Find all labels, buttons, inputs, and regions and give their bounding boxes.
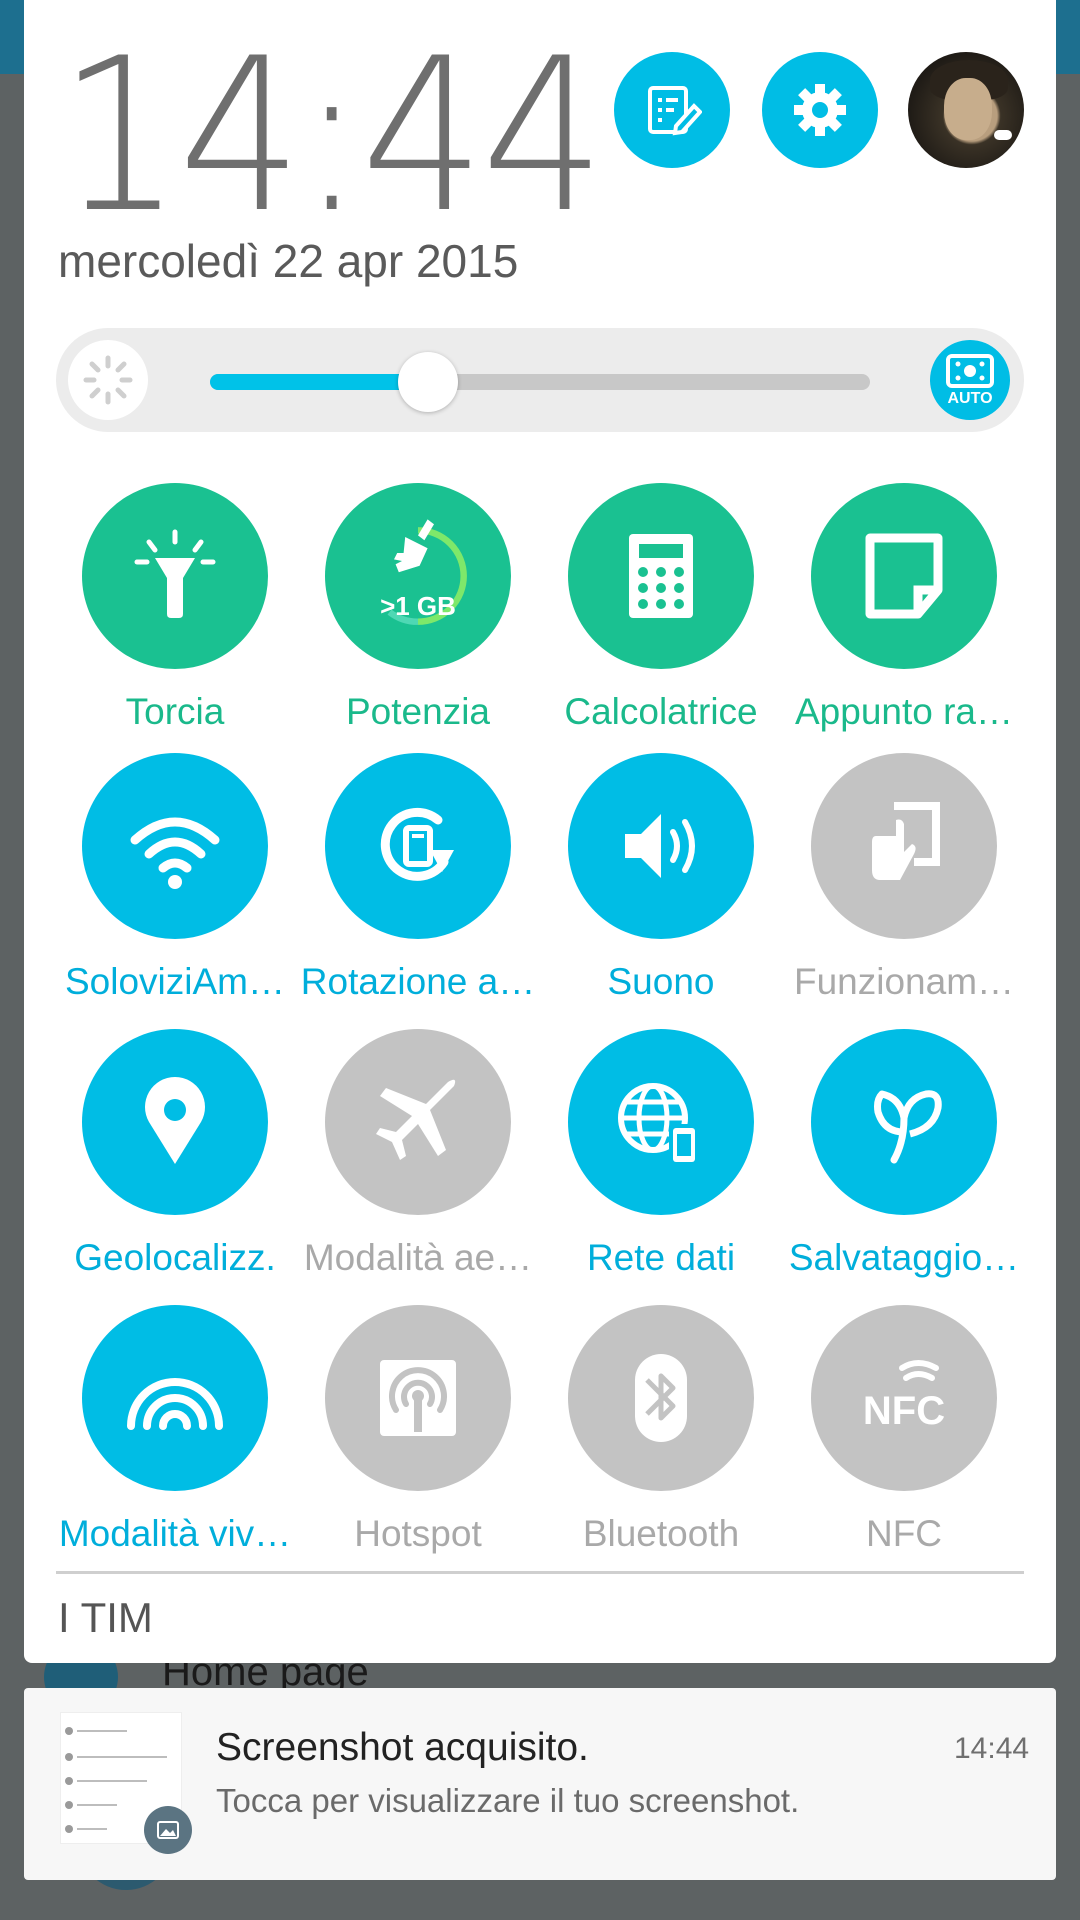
tile-nfc[interactable]: NFC NFC bbox=[793, 1305, 1013, 1565]
location-icon bbox=[145, 1077, 205, 1164]
flashlight-icon bbox=[134, 529, 216, 618]
tile-wifi[interactable]: SoloviziAm… bbox=[64, 753, 285, 1013]
tile-one-hand[interactable]: Funzionam… bbox=[793, 753, 1014, 1013]
user-avatar[interactable] bbox=[908, 52, 1024, 168]
edit-list-icon bbox=[648, 86, 702, 136]
tile-note[interactable]: Appunto ra… bbox=[793, 483, 1013, 743]
quick-settings-panel: 14:44 mercoledì 22 apr 2015 AUTO Torcia … bbox=[24, 0, 1056, 1663]
note-icon bbox=[865, 533, 943, 619]
one-hand-icon bbox=[872, 802, 940, 880]
wifi-icon bbox=[130, 817, 220, 889]
svg-text:NFC: NFC bbox=[863, 1389, 945, 1433]
tile-airplane[interactable]: Modalità ae… bbox=[304, 1029, 532, 1289]
tile-button[interactable] bbox=[325, 753, 511, 939]
tile-label: Salvataggio… bbox=[788, 1237, 1020, 1278]
carrier-label: I TIM bbox=[58, 1594, 153, 1641]
vivid-icon bbox=[127, 1378, 223, 1430]
airplane-icon bbox=[376, 1079, 457, 1160]
tile-hotspot[interactable]: Hotspot bbox=[307, 1305, 527, 1565]
tile-button[interactable] bbox=[325, 1305, 511, 1491]
tile-label: Modalità viv… bbox=[58, 1513, 292, 1554]
tile-button[interactable] bbox=[568, 1305, 754, 1491]
tile-bluetooth[interactable]: Bluetooth bbox=[550, 1305, 770, 1565]
edit-quick-settings-button[interactable] bbox=[614, 52, 730, 168]
tile-button[interactable] bbox=[82, 1029, 268, 1215]
tile-label: Potenzia bbox=[346, 691, 490, 732]
tile-button[interactable] bbox=[82, 483, 268, 669]
tile-label: SoloviziAm… bbox=[65, 961, 285, 1002]
speaker-icon bbox=[625, 814, 695, 878]
brightness-slider-thumb[interactable] bbox=[397, 352, 458, 412]
settings-button[interactable] bbox=[762, 52, 878, 168]
auto-brightness-icon bbox=[946, 354, 994, 388]
screenshot-notification[interactable]: Screenshot acquisito. Tocca per visualiz… bbox=[24, 1688, 1056, 1880]
broom-icon bbox=[394, 519, 434, 573]
tile-label: Modalità ae… bbox=[303, 1237, 533, 1278]
tile-label: Rete dati bbox=[586, 1237, 736, 1278]
brightness-icon[interactable] bbox=[68, 340, 148, 420]
tile-broom[interactable]: >1 GB Potenzia bbox=[307, 483, 527, 743]
memory-badge: >1 GB bbox=[380, 591, 456, 621]
notification-body: Tocca per visualizzare il tuo screenshot… bbox=[216, 1782, 800, 1819]
tile-rotate[interactable]: Rotazione a… bbox=[301, 753, 535, 1013]
date: mercoledì 22 apr 2015 bbox=[58, 235, 519, 287]
tile-label: Geolocalizz. bbox=[74, 1237, 276, 1278]
tile-label: Funzionam… bbox=[793, 961, 1015, 1002]
brightness-slider-fill bbox=[210, 374, 428, 390]
brightness-slider[interactable] bbox=[210, 352, 870, 412]
divider bbox=[56, 1571, 1024, 1574]
tile-mobile-data[interactable]: Rete dati bbox=[550, 1029, 770, 1289]
bluetooth-icon bbox=[635, 1354, 687, 1442]
auto-brightness-button[interactable]: AUTO bbox=[930, 340, 1010, 420]
tile-label: Suono bbox=[607, 961, 715, 1002]
tile-button[interactable] bbox=[568, 753, 754, 939]
tile-button[interactable]: NFC bbox=[811, 1305, 997, 1491]
rotate-icon bbox=[380, 807, 454, 881]
tile-label: Hotspot bbox=[354, 1513, 482, 1554]
tile-location[interactable]: Geolocalizz. bbox=[64, 1029, 284, 1289]
leaf-icon bbox=[874, 1090, 942, 1164]
clock: 14:44 bbox=[58, 12, 605, 259]
tile-label: Bluetooth bbox=[582, 1513, 740, 1554]
tile-button[interactable]: >1 GB bbox=[325, 483, 511, 669]
tile-calculator[interactable]: Calcolatrice bbox=[550, 483, 770, 743]
tile-button[interactable] bbox=[568, 1029, 754, 1215]
tile-label: Torcia bbox=[125, 691, 225, 732]
gear-icon bbox=[794, 84, 846, 136]
tile-button[interactable] bbox=[811, 753, 997, 939]
calculator-icon bbox=[629, 534, 693, 618]
tile-vivid[interactable]: Modalità viv… bbox=[59, 1305, 291, 1565]
notification-time: 14:44 bbox=[954, 1732, 1030, 1765]
nfc-icon: NFC bbox=[863, 1360, 945, 1433]
hotspot-icon bbox=[380, 1360, 456, 1436]
tile-button[interactable] bbox=[325, 1029, 511, 1215]
tile-button[interactable] bbox=[568, 483, 754, 669]
tile-button[interactable] bbox=[82, 1305, 268, 1491]
tile-label: Calcolatrice bbox=[564, 691, 758, 732]
tile-label: Appunto ra… bbox=[794, 691, 1014, 732]
gallery-icon bbox=[144, 1806, 192, 1854]
tile-label: NFC bbox=[865, 1513, 943, 1554]
tile-button[interactable] bbox=[811, 1029, 997, 1215]
tile-leaf[interactable]: Salvataggio… bbox=[789, 1029, 1019, 1289]
tile-speaker[interactable]: Suono bbox=[550, 753, 770, 1013]
auto-label: AUTO bbox=[947, 390, 993, 407]
tile-button[interactable] bbox=[811, 483, 997, 669]
tile-label: Rotazione a… bbox=[300, 961, 536, 1002]
tile-flashlight[interactable]: Torcia bbox=[64, 483, 284, 743]
tile-button[interactable] bbox=[82, 753, 268, 939]
mobile-data-icon bbox=[618, 1083, 699, 1166]
notification-title: Screenshot acquisito. bbox=[216, 1726, 589, 1769]
